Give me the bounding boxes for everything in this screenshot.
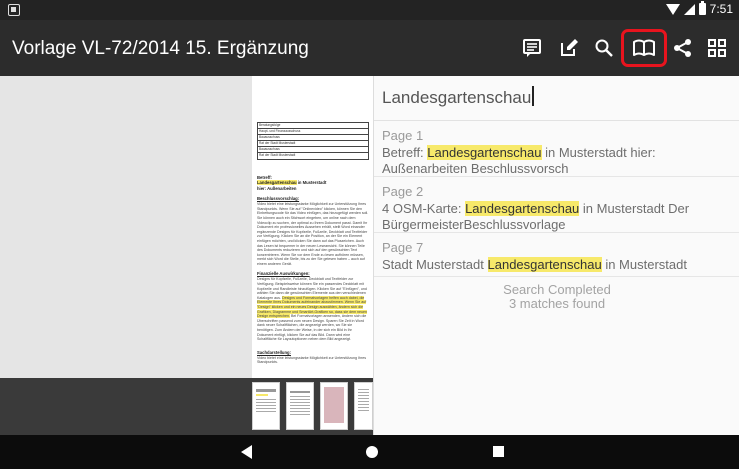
text-cursor	[532, 86, 534, 106]
divider	[374, 120, 739, 121]
search-icon	[595, 39, 613, 57]
section-heading: Finanzielle Auswirkungen:	[257, 271, 310, 277]
notes-button[interactable]	[516, 32, 548, 64]
search-input[interactable]: Landesgartenschau	[382, 86, 732, 118]
betreff-line2: hier: Außenarbeiten	[257, 185, 297, 191]
thumbnail-page-3[interactable]	[320, 382, 348, 430]
betreff-after: in Musterstadt	[296, 180, 327, 186]
search-result[interactable]: Page 7 Stadt Musterstadt Landesgartensch…	[374, 240, 739, 273]
divider	[374, 232, 739, 233]
paragraph: Designs für Kopfzeile, Fußzeile, Deckbla…	[257, 277, 369, 346]
app-bar: Vorlage VL-72/2014 15. Ergänzung	[0, 20, 739, 76]
paragraph-text: Bei Formatvorlagen anwenden, ändern sich…	[257, 314, 367, 342]
search-result[interactable]: Page 2 4 OSM-Karte: Landesgartenschau in…	[374, 184, 739, 233]
divider	[374, 176, 739, 177]
back-icon[interactable]	[241, 445, 252, 459]
divider	[374, 276, 739, 277]
wifi-icon	[665, 3, 680, 15]
status-indicators: 7:51	[665, 1, 733, 16]
battery-icon	[698, 1, 706, 15]
screen: 7:51 Vorlage VL-72/2014 15. Ergänzung Be…	[0, 0, 739, 469]
share-icon	[674, 39, 691, 57]
result-match: Landesgartenschau	[487, 257, 602, 272]
document-body: Betreff: Landesgartenschau in Musterstad…	[257, 175, 369, 365]
result-after: in Musterstadt	[601, 257, 687, 272]
betreff-match: Landesgartenschau	[257, 180, 297, 186]
highlight-box	[621, 29, 667, 67]
notification-icon	[8, 4, 20, 16]
thumbnail-page-4[interactable]	[354, 382, 373, 430]
result-before: Stadt Musterstadt	[382, 257, 488, 272]
result-page: Page 7	[382, 240, 424, 255]
result-text: Stadt Musterstadt Landesgartenschau in M…	[382, 257, 739, 273]
edit-button[interactable]	[553, 32, 585, 64]
recent-apps-icon[interactable]	[493, 446, 504, 457]
search-result[interactable]: Page 1 Betreff: Landesgartenschau in Mus…	[374, 128, 739, 177]
navigation-bar	[0, 435, 739, 469]
result-text: Betreff: Landesgartenschau in Musterstad…	[382, 145, 739, 177]
share-button[interactable]	[667, 32, 699, 64]
thumbnail-page-2[interactable]	[286, 382, 314, 430]
result-before: 4 OSM-Karte:	[382, 201, 466, 216]
result-page: Page 2	[382, 184, 424, 199]
search-query-text: Landesgartenschau	[382, 88, 532, 107]
home-icon[interactable]	[366, 446, 378, 458]
result-before: Betreff:	[382, 145, 428, 160]
result-text: 4 OSM-Karte: Landesgartenschau in Muster…	[382, 201, 739, 233]
result-page: Page 1	[382, 128, 424, 143]
table-row: Rat der Stadt Musterstadt	[259, 153, 296, 157]
paragraph: Video bietet eine leistungsstarke Möglic…	[257, 202, 369, 266]
document-page[interactable]: Beratungsfolge Haupt- und Finanzausschus…	[252, 76, 373, 378]
section-heading: Beschlussvorschlag:	[257, 195, 300, 201]
grid-button[interactable]	[701, 32, 733, 64]
edit-icon	[561, 39, 578, 56]
consultation-table: Beratungsfolge Haupt- und Finanzausschus…	[257, 122, 369, 160]
signal-icon	[683, 3, 695, 15]
result-match: Landesgartenschau	[465, 201, 580, 216]
grid-icon	[708, 39, 726, 57]
result-match: Landesgartenschau	[427, 145, 542, 160]
document-title: Vorlage VL-72/2014 15. Ergänzung	[12, 38, 309, 59]
search-button[interactable]	[588, 32, 620, 64]
document-viewer[interactable]: Beratungsfolge Haupt- und Finanzausschus…	[0, 76, 373, 435]
search-panel: Landesgartenschau Page 1 Betreff: Landes…	[373, 76, 739, 435]
thumbnail-page-1[interactable]	[252, 382, 280, 430]
page-thumbnails	[0, 378, 373, 435]
paragraph: Video bietet eine leistungsstarke Möglic…	[257, 355, 367, 365]
search-status-title: Search Completed	[503, 282, 611, 297]
search-match-count: 3 matches found	[508, 296, 606, 311]
notes-icon	[523, 39, 541, 57]
status-bar: 7:51	[0, 0, 739, 20]
status-time: 7:51	[709, 2, 733, 16]
